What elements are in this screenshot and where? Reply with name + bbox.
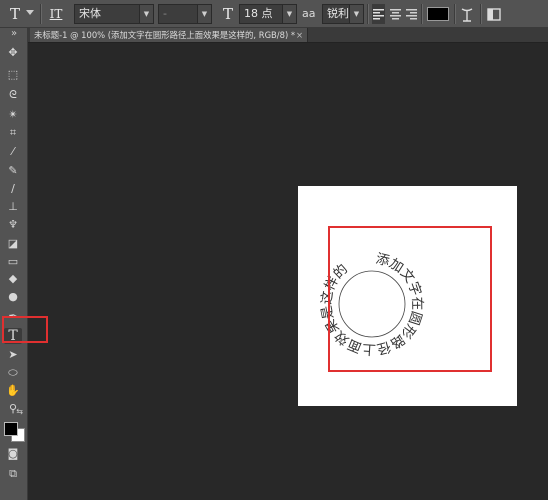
chevron-down-icon[interactable]: ▼ xyxy=(349,5,363,23)
document-tab-title: 未标题-1 @ 100% (添加文字在圆形路径上面效果是这样的, RGB/8) … xyxy=(34,30,296,40)
options-bar: T IT 宋体 ▼ - ▼ T 18 点 ▼ aa 锐利 ▼ xyxy=(0,0,548,28)
blur-tool-icon[interactable]: ◆ xyxy=(4,271,22,287)
lasso-tool-icon[interactable]: ᘓ xyxy=(4,87,22,103)
dodge-tool-icon[interactable]: ● xyxy=(4,289,22,305)
highlight-box-type-tool xyxy=(2,316,48,343)
font-style-value: - xyxy=(163,7,167,20)
panels-icon[interactable] xyxy=(486,4,502,24)
highlight-box-canvas-result xyxy=(328,226,492,372)
clone-stamp-tool-icon[interactable]: ⊥ xyxy=(4,199,22,215)
quick-mask-icon[interactable]: ◙ xyxy=(4,446,22,462)
text-color-swatch[interactable] xyxy=(427,7,449,21)
align-center-icon[interactable] xyxy=(389,4,402,24)
font-size-icon: T xyxy=(222,5,233,23)
font-family-value: 宋体 xyxy=(79,7,101,20)
healing-brush-tool-icon[interactable]: ✎ xyxy=(4,163,22,179)
antialias-value: 锐利 xyxy=(327,7,349,20)
align-right-icon[interactable] xyxy=(405,4,418,24)
font-style-select[interactable]: - ▼ xyxy=(158,4,212,24)
eyedropper-tool-icon[interactable]: ⁄ xyxy=(4,144,22,160)
type-tool-icon[interactable]: T xyxy=(6,4,24,24)
history-brush-tool-icon[interactable]: ♆ xyxy=(4,217,22,233)
collapse-toolbox-icon[interactable]: » xyxy=(6,28,22,40)
swap-colors-icon[interactable]: ⇆ xyxy=(3,407,23,417)
text-orientation-icon[interactable]: IT xyxy=(46,4,66,24)
hand-tool-icon[interactable]: ✋ xyxy=(4,383,22,399)
chevron-down-icon[interactable]: ▼ xyxy=(139,5,153,23)
magic-wand-tool-icon[interactable]: ✴ xyxy=(4,107,22,123)
foreground-color-swatch[interactable] xyxy=(4,422,18,436)
brush-tool-icon[interactable]: ∕ xyxy=(4,181,22,197)
document-tab-bar: 未标题-1 @ 100% (添加文字在圆形路径上面效果是这样的, RGB/8) … xyxy=(28,28,548,43)
gradient-tool-icon[interactable]: ▭ xyxy=(4,254,22,270)
close-icon[interactable]: × xyxy=(296,28,303,42)
font-size-value: 18 点 xyxy=(244,7,273,20)
chevron-down-icon[interactable]: ▼ xyxy=(197,5,211,23)
antialias-icon: aa xyxy=(302,7,316,20)
marquee-tool-icon[interactable]: ⬚ xyxy=(4,67,22,83)
move-tool-icon[interactable]: ✥ xyxy=(4,45,22,61)
crop-tool-icon[interactable]: ⌗ xyxy=(4,125,22,141)
toolbox: » ✥ ⬚ ᘓ ✴ ⌗ ⁄ ✎ ∕ ⊥ ♆ ◪ ▭ ◆ ● ✒ T ➤ ⬭ ✋ ⚲ ⇆ ◙ ⧉ xyxy=(0,28,28,500)
screen-mode-icon[interactable]: ⧉ xyxy=(4,466,22,482)
warp-text-icon[interactable] xyxy=(459,4,475,24)
antialias-select[interactable]: 锐利 ▼ xyxy=(322,4,364,24)
ellipse-tool-icon[interactable]: ⬭ xyxy=(4,365,22,381)
font-size-select[interactable]: 18 点 ▼ xyxy=(239,4,297,24)
path-selection-tool-icon[interactable]: ➤ xyxy=(4,347,22,363)
align-left-icon[interactable] xyxy=(372,4,385,24)
document-tab[interactable]: 未标题-1 @ 100% (添加文字在圆形路径上面效果是这样的, RGB/8) … xyxy=(30,28,308,42)
eraser-tool-icon[interactable]: ◪ xyxy=(4,236,22,252)
font-family-select[interactable]: 宋体 ▼ xyxy=(74,4,154,24)
chevron-down-icon[interactable] xyxy=(26,10,34,15)
chevron-down-icon[interactable]: ▼ xyxy=(282,5,296,23)
